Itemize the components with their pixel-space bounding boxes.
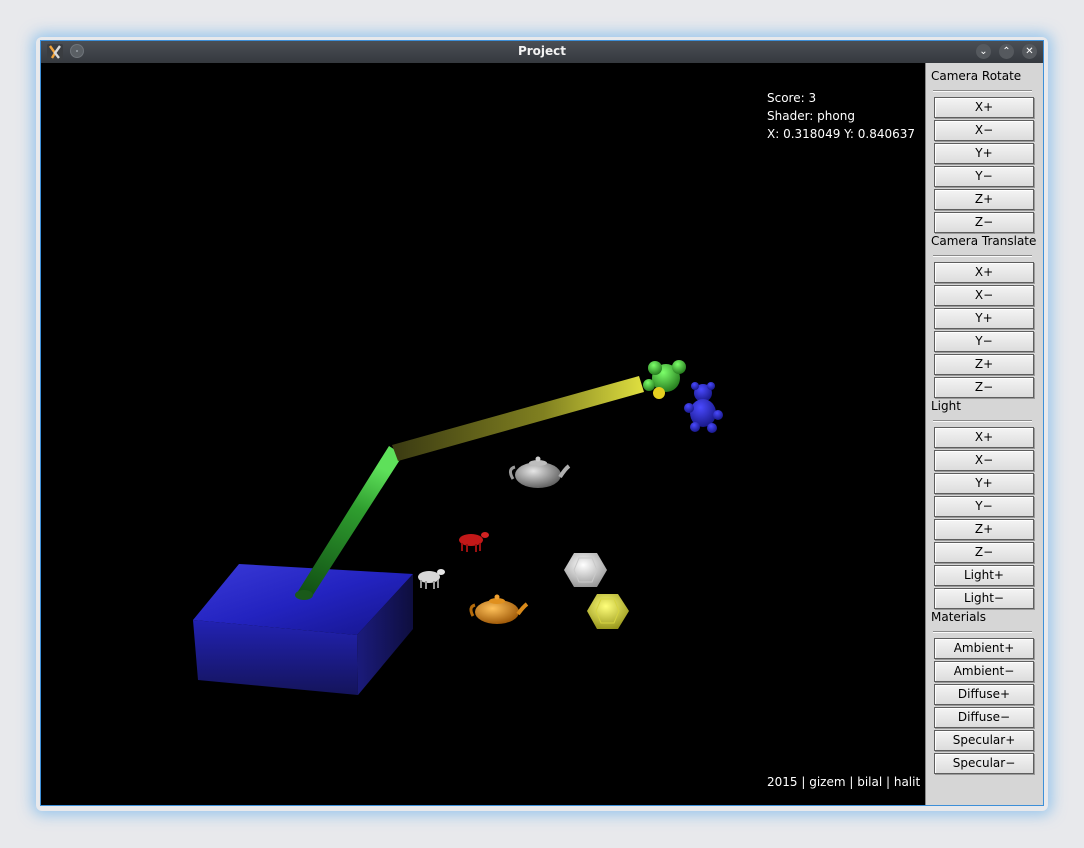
- control-panel: Camera Rotate X+ X− Y+ Y− Z+ Z− Camera T…: [925, 63, 1043, 805]
- hud-info: Score: 3 Shader: phong X: 0.318049 Y: 0.…: [767, 89, 915, 143]
- section-materials: Materials: [931, 610, 987, 624]
- camera-rotate-z-plus-button[interactable]: Z+: [934, 189, 1034, 210]
- score-text: Score: 3: [767, 91, 817, 105]
- light-minus-button[interactable]: Light−: [934, 588, 1034, 609]
- scene-canvas: [193, 360, 723, 695]
- ambient-plus-button[interactable]: Ambient+: [934, 638, 1034, 659]
- section-camera-translate: Camera Translate: [931, 234, 1037, 248]
- gl-viewport[interactable]: Score: 3 Shader: phong X: 0.318049 Y: 0.…: [41, 63, 925, 805]
- camera-translate-x-plus-button[interactable]: X+: [934, 262, 1034, 283]
- diffuse-minus-button[interactable]: Diffuse−: [934, 707, 1034, 728]
- camera-translate-z-plus-button[interactable]: Z+: [934, 354, 1034, 375]
- chevron-down-icon: ⌄: [979, 46, 988, 57]
- light-z-minus-button[interactable]: Z−: [934, 542, 1034, 563]
- divider: [933, 420, 1032, 422]
- section-camera-rotate: Camera Rotate: [931, 69, 1022, 83]
- light-x-minus-button[interactable]: X−: [934, 450, 1034, 471]
- orange-teapot: [469, 594, 529, 624]
- light-plus-button[interactable]: Light+: [934, 565, 1034, 586]
- chevron-up-icon: ⌃: [1002, 46, 1011, 57]
- window-title: Project: [517, 44, 567, 58]
- camera-translate-y-plus-button[interactable]: Y+: [934, 308, 1034, 329]
- green-teddy-bear: [643, 360, 686, 399]
- light-z-plus-button[interactable]: Z+: [934, 519, 1034, 540]
- maximize-button[interactable]: ⌃: [999, 44, 1014, 59]
- divider: [933, 255, 1032, 257]
- white-cow: [418, 569, 445, 589]
- camera-translate-y-minus-button[interactable]: Y−: [934, 331, 1034, 352]
- light-y-plus-button[interactable]: Y+: [934, 473, 1034, 494]
- section-light: Light: [931, 399, 961, 413]
- red-cow: [459, 532, 489, 552]
- camera-rotate-y-minus-button[interactable]: Y−: [934, 166, 1034, 187]
- app-window: Project ⌄ ⌃ ✕ Score: 3 Shader: phong X: …: [40, 40, 1044, 806]
- coords-text: X: 0.318049 Y: 0.840637: [767, 127, 916, 141]
- camera-rotate-x-minus-button[interactable]: X−: [934, 120, 1034, 141]
- camera-rotate-x-plus-button[interactable]: X+: [934, 97, 1034, 118]
- specular-minus-button[interactable]: Specular−: [934, 753, 1034, 774]
- yellow-dodecahedron: [587, 594, 629, 629]
- minimize-button[interactable]: ⌄: [976, 44, 991, 59]
- ambient-minus-button[interactable]: Ambient−: [934, 661, 1034, 682]
- close-icon: ✕: [1025, 46, 1034, 57]
- camera-rotate-y-plus-button[interactable]: Y+: [934, 143, 1034, 164]
- camera-translate-z-minus-button[interactable]: Z−: [934, 377, 1034, 398]
- shader-text: Shader: phong: [767, 109, 855, 123]
- blue-teddy-bear: [684, 382, 723, 433]
- diffuse-plus-button[interactable]: Diffuse+: [934, 684, 1034, 705]
- light-y-minus-button[interactable]: Y−: [934, 496, 1034, 517]
- camera-translate-x-minus-button[interactable]: X−: [934, 285, 1034, 306]
- close-button[interactable]: ✕: [1022, 44, 1037, 59]
- camera-rotate-z-minus-button[interactable]: Z−: [934, 212, 1034, 233]
- divider: [933, 90, 1032, 92]
- white-dodecahedron: [564, 553, 607, 587]
- title-bar[interactable]: Project ⌄ ⌃ ✕: [41, 41, 1043, 63]
- light-x-plus-button[interactable]: X+: [934, 427, 1034, 448]
- credits-text: 2015 | gizem | bilal | halit: [767, 775, 921, 789]
- specular-plus-button[interactable]: Specular+: [934, 730, 1034, 751]
- divider: [933, 631, 1032, 633]
- gray-teapot: [508, 456, 571, 488]
